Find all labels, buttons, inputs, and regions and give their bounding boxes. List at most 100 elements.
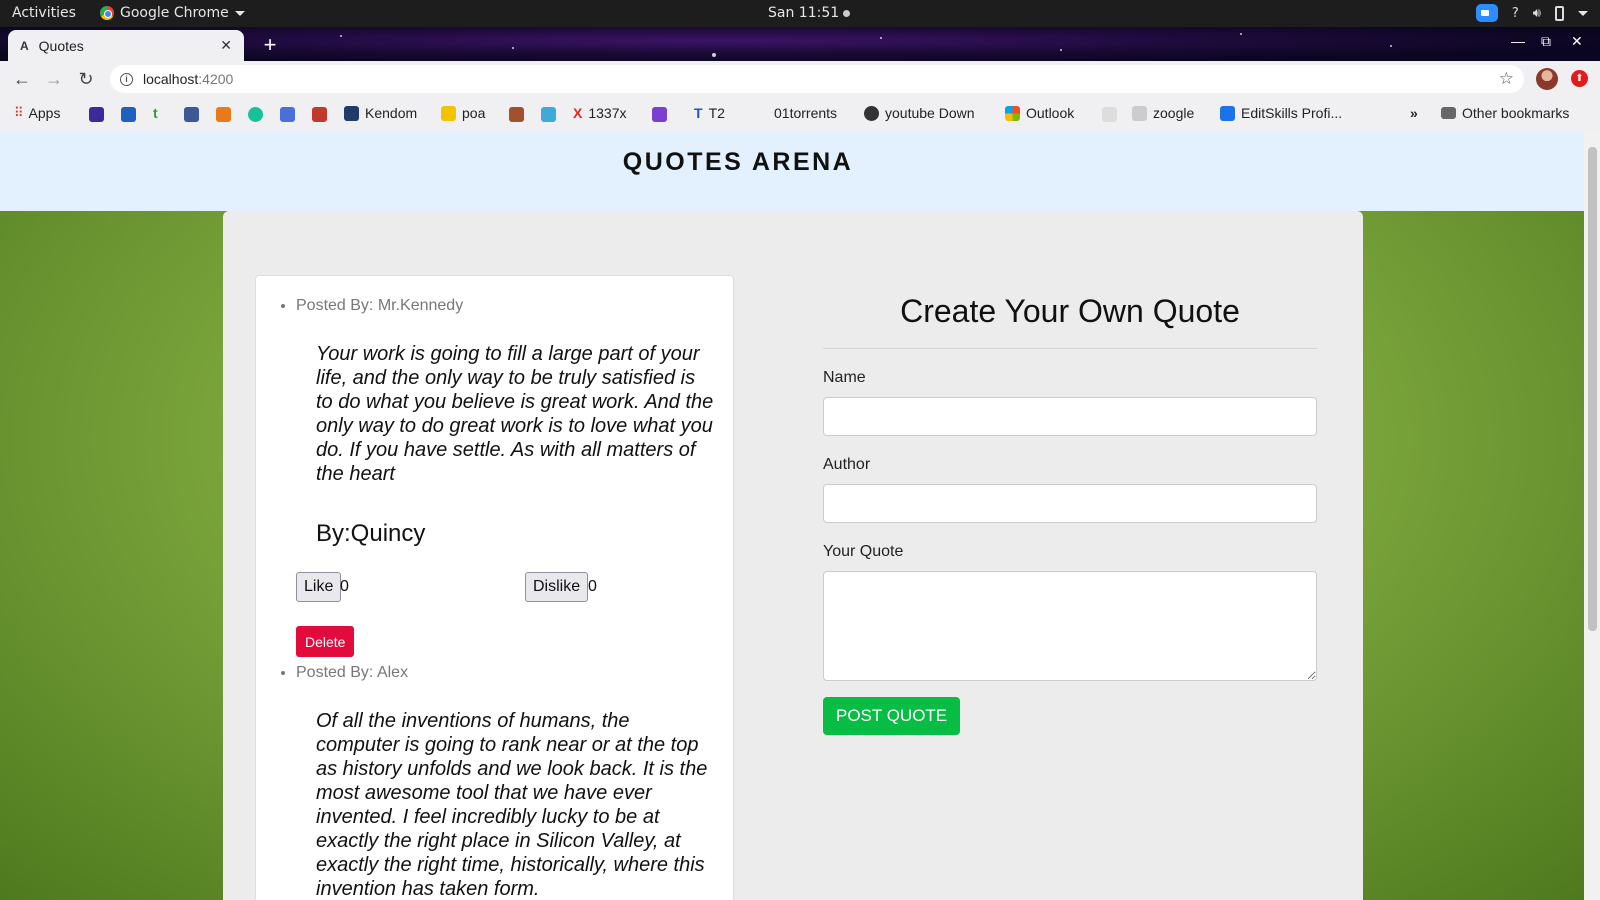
bookmark-star-icon[interactable]: ☆ (1499, 69, 1514, 89)
facebook-icon[interactable] (184, 107, 199, 122)
background-star (1060, 49, 1062, 51)
delete-button[interactable]: Delete (296, 626, 355, 657)
volume-icon[interactable]: 🔊︎ (1533, 6, 1541, 21)
new-tab-button[interactable]: + (258, 34, 282, 58)
like-count: 0 (340, 578, 349, 595)
like-button[interactable]: Like (296, 572, 342, 602)
background-star (712, 53, 716, 57)
bookmark-label: poa (462, 105, 486, 121)
bookmark-favicon-icon[interactable] (652, 107, 667, 122)
bookmarks-overflow-button[interactable]: » (1410, 105, 1418, 121)
bookmark-label: youtube Down (885, 105, 975, 121)
author-input[interactable] (823, 484, 1317, 523)
form-heading: Create Your Own Quote (823, 293, 1317, 349)
page-scrollbar[interactable] (1584, 131, 1600, 900)
background-star (512, 47, 514, 49)
bookmark-label: T2 (708, 105, 725, 121)
url-port: :4200 (198, 71, 234, 87)
forward-icon[interactable]: → (42, 67, 66, 91)
editskills-icon (1220, 105, 1235, 121)
background-star (340, 35, 342, 37)
bookmark-zoogle[interactable]: zoogle (1132, 105, 1194, 121)
list-item: Posted By: Mr.Kennedy Your work is going… (296, 292, 733, 657)
close-icon[interactable]: ✕ (220, 37, 232, 54)
address-bar[interactable]: i localhost:4200 ☆ (110, 65, 1524, 93)
bookmark-label: Other bookmarks (1462, 105, 1570, 121)
bookmark-favicon-icon[interactable] (280, 107, 295, 122)
app-menu[interactable]: Google Chrome (100, 5, 245, 21)
system-tray[interactable]: ? 🔊︎ (1475, 4, 1588, 22)
page-viewport: QUOTES ARENA Posted By: Mr.Kennedy Your … (0, 131, 1584, 900)
bookmark-outlook[interactable]: Outlook (1005, 105, 1074, 121)
bookmarks-bar: ⠿ Apps t Kendom poa X 1337x T T2 01torre… (0, 97, 1600, 131)
bookmark-label: Outlook (1026, 105, 1075, 121)
paypal-icon[interactable] (121, 107, 136, 122)
grammarly-icon[interactable] (248, 107, 263, 122)
name-label: Name (823, 369, 866, 386)
vote-row: Like 0 Dislike 0 (296, 572, 733, 612)
restore-icon[interactable]: ⧉ (1541, 33, 1551, 50)
bookmark-label: 01torrents (774, 105, 838, 121)
bookmark-poa[interactable]: poa (441, 105, 485, 121)
quote-author: By:Quincy (316, 520, 426, 547)
apps-grid-icon: ⠿ (14, 105, 23, 120)
youtube-down-icon (864, 105, 879, 121)
notification-dot-icon (843, 9, 851, 17)
bookmark-favicon-icon[interactable] (541, 107, 556, 122)
quote-text: Of all the inventions of humans, the com… (316, 710, 708, 900)
scrollbar-thumb[interactable] (1588, 147, 1597, 631)
t2-icon: T (694, 105, 703, 121)
chevron-down-icon (234, 10, 245, 16)
quote-label: Your Quote (823, 543, 904, 560)
dislike-button[interactable]: Dislike (525, 572, 589, 602)
bookmark-youtube-down[interactable]: youtube Down (864, 105, 975, 121)
tab-title: Quotes (38, 37, 84, 54)
bookmark-label: Kendom (365, 105, 418, 121)
window-close-icon[interactable]: ✕ (1571, 33, 1583, 50)
reload-icon[interactable]: ↻ (74, 67, 98, 91)
bookmark-1337x[interactable]: X 1337x (573, 105, 627, 121)
bookmark-kendom[interactable]: Kendom (344, 105, 417, 121)
tab-quotes[interactable]: A Quotes ✕ (8, 30, 244, 61)
tumblr-icon[interactable]: t (153, 105, 158, 121)
bookmark-favicon-icon[interactable] (216, 107, 231, 122)
clock[interactable]: San 11:51 (768, 5, 851, 21)
post-quote-button[interactable]: POST QUOTE (823, 697, 961, 735)
tab-strip: A Quotes ✕ + — ⧉ ✕ (0, 27, 1600, 61)
quote-textarea[interactable] (823, 571, 1317, 681)
dislike-count: 0 (588, 578, 597, 595)
create-quote-form: Create Your Own Quote Name Author Your Q… (823, 293, 1317, 735)
url-text[interactable]: localhost:4200 (143, 71, 1489, 87)
bookmark-favicon-icon[interactable] (89, 107, 104, 122)
help-icon[interactable]: ? (1512, 6, 1519, 21)
bookmark-editskills[interactable]: EditSkills Profi... (1220, 105, 1342, 121)
list-item: Posted By: Alex Of all the inventions of… (296, 659, 733, 900)
other-bookmarks[interactable]: Other bookmarks (1441, 105, 1569, 121)
activities-button[interactable]: Activities (12, 5, 76, 21)
quotes-list: Posted By: Mr.Kennedy Your work is going… (256, 276, 733, 900)
quotes-list-card: Posted By: Mr.Kennedy Your work is going… (255, 275, 734, 900)
bookmark-favicon-icon[interactable] (312, 107, 327, 122)
name-input[interactable] (823, 397, 1317, 436)
zoom-icon[interactable] (1475, 4, 1498, 22)
site-title: QUOTES ARENA (622, 148, 854, 176)
battery-icon[interactable] (1555, 5, 1564, 21)
site-info-icon[interactable]: i (120, 72, 133, 86)
profile-avatar[interactable] (1536, 68, 1558, 90)
minimize-icon[interactable]: — (1511, 33, 1525, 49)
poa-icon (441, 105, 456, 121)
kendom-icon (344, 105, 359, 121)
bookmark-favicon-icon[interactable] (1102, 107, 1117, 122)
system-menu-chevron-icon[interactable] (1578, 10, 1588, 16)
bookmark-favicon-icon[interactable] (509, 107, 524, 122)
background-star (1240, 33, 1242, 35)
back-icon[interactable]: ← (10, 67, 34, 91)
bookmark-t2[interactable]: T T2 (694, 105, 725, 121)
zoogle-icon (1132, 105, 1147, 121)
bookmark-01torrents[interactable]: 01torrents (774, 105, 837, 121)
bookmark-label: zoogle (1153, 105, 1195, 121)
bookmark-apps[interactable]: ⠿ Apps (14, 105, 60, 121)
extension-icon[interactable]: ⬆ (1571, 70, 1588, 87)
bookmark-label: Apps (28, 105, 61, 121)
microsoft-icon (1005, 105, 1020, 121)
